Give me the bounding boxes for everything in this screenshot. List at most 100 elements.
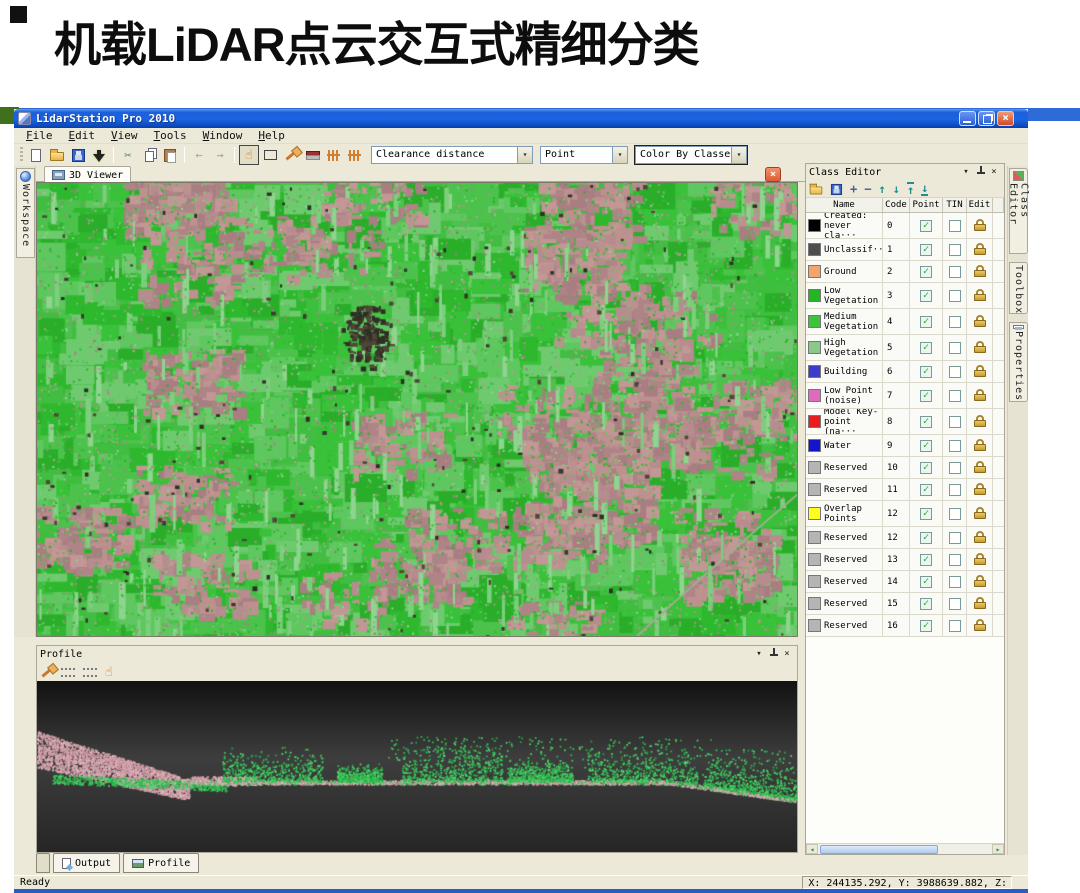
edit-lock-icon[interactable] — [967, 457, 993, 478]
point-checkbox[interactable]: ✓ — [910, 239, 943, 260]
class-row[interactable]: Created: never cla··· 0 ✓ — [806, 213, 1004, 239]
edit-lock-icon[interactable] — [967, 213, 993, 238]
class-row[interactable]: Building 6 ✓ — [806, 361, 1004, 383]
restore-button[interactable] — [978, 111, 995, 126]
menu-tools[interactable]: Tools — [146, 129, 195, 142]
import-button[interactable] — [89, 145, 109, 165]
point-checkbox[interactable]: ✓ — [910, 283, 943, 308]
point-checkbox[interactable]: ✓ — [910, 549, 943, 570]
edit-lock-icon[interactable] — [967, 283, 993, 308]
class-row[interactable]: Reserved 13 ✓ — [806, 549, 1004, 571]
point-checkbox[interactable]: ✓ — [910, 335, 943, 360]
class-color-swatch[interactable] — [808, 341, 821, 354]
tab-3d-viewer[interactable]: 3D Viewer — [44, 166, 132, 183]
class-color-swatch[interactable] — [808, 461, 821, 474]
point-checkbox[interactable]: ✓ — [910, 361, 943, 382]
menu-help[interactable]: Help — [250, 129, 293, 142]
workspace-tab[interactable]: Workspace — [16, 168, 35, 258]
tin-checkbox[interactable] — [943, 409, 967, 434]
class-color-swatch[interactable] — [808, 219, 821, 232]
tin-checkbox[interactable] — [943, 261, 967, 282]
column-point[interactable]: Point — [910, 198, 943, 212]
move-top-button[interactable]: ↑ — [906, 182, 915, 196]
edit-lock-icon[interactable] — [967, 527, 993, 548]
class-color-swatch[interactable] — [808, 365, 821, 378]
chevron-down-icon[interactable]: ▾ — [612, 147, 627, 163]
edit-lock-icon[interactable] — [967, 501, 993, 526]
move-bottom-button[interactable]: ↓ — [921, 182, 929, 196]
move-up-button[interactable]: ↑ — [878, 183, 885, 195]
tab-class-editor[interactable]: Class Editor — [1008, 168, 1030, 254]
edit-lock-icon[interactable] — [967, 435, 993, 456]
edit-lock-icon[interactable] — [967, 479, 993, 500]
clearance-distance-combo[interactable]: Clearance distance ▾ — [371, 146, 533, 164]
edit-lock-icon[interactable] — [967, 361, 993, 382]
cut-button[interactable]: ✂ — [118, 145, 138, 165]
edit-lock-icon[interactable] — [967, 571, 993, 592]
redo-button[interactable]: → — [210, 145, 230, 165]
class-row[interactable]: Unclassif··· 1 ✓ — [806, 239, 1004, 261]
class-row[interactable]: Low Vegetation 3 ✓ — [806, 283, 1004, 309]
tin-checkbox[interactable] — [943, 571, 967, 592]
point-checkbox[interactable]: ✓ — [910, 213, 943, 238]
tab-stub[interactable] — [36, 853, 50, 873]
horizontal-scrollbar[interactable]: ◂ ▸ — [806, 843, 1004, 854]
column-tin[interactable]: TIN — [943, 198, 967, 212]
scroll-right-icon[interactable]: ▸ — [992, 844, 1004, 854]
rect-select-button[interactable] — [260, 145, 280, 165]
class-row[interactable]: Reserved 12 ✓ — [806, 527, 1004, 549]
tin-checkbox[interactable] — [943, 383, 967, 408]
brush-button[interactable] — [281, 145, 301, 165]
class-color-swatch[interactable] — [808, 597, 821, 610]
edit-lock-icon[interactable] — [967, 383, 993, 408]
chevron-down-icon[interactable]: ▾ — [517, 147, 532, 163]
hand-icon[interactable]: ☝ — [105, 665, 113, 680]
profile-tool2-button[interactable] — [344, 145, 364, 165]
class-row[interactable]: High Vegetation 5 ✓ — [806, 335, 1004, 361]
tin-checkbox[interactable] — [943, 335, 967, 360]
paste-button[interactable] — [160, 145, 180, 165]
profile-tool-button[interactable] — [323, 145, 343, 165]
point-checkbox[interactable]: ✓ — [910, 527, 943, 548]
tin-checkbox[interactable] — [943, 309, 967, 334]
edit-lock-icon[interactable] — [967, 261, 993, 282]
edit-lock-icon[interactable] — [967, 239, 993, 260]
edit-lock-icon[interactable] — [967, 335, 993, 360]
class-row[interactable]: Ground 2 ✓ — [806, 261, 1004, 283]
edit-lock-icon[interactable] — [967, 409, 993, 434]
tab-properties[interactable]: Properties — [1009, 322, 1028, 402]
toolbar-grip[interactable] — [20, 147, 23, 163]
column-code[interactable]: Code — [883, 198, 910, 212]
point-combo[interactable]: Point ▾ — [540, 146, 628, 164]
open-button[interactable] — [47, 145, 67, 165]
point-checkbox[interactable]: ✓ — [910, 571, 943, 592]
class-color-swatch[interactable] — [808, 507, 821, 520]
tin-checkbox[interactable] — [943, 283, 967, 308]
class-color-swatch[interactable] — [808, 483, 821, 496]
tin-checkbox[interactable] — [943, 549, 967, 570]
close-button[interactable]: × — [997, 111, 1014, 126]
class-row[interactable]: Reserved 11 ✓ — [806, 479, 1004, 501]
tin-checkbox[interactable] — [943, 527, 967, 548]
class-row[interactable]: Overlap Points 12 ✓ — [806, 501, 1004, 527]
class-editor-header[interactable]: Class Editor ▾ × — [806, 164, 1004, 181]
tab-toolbox[interactable]: Toolbox — [1009, 262, 1028, 314]
tin-checkbox[interactable] — [943, 239, 967, 260]
menu-edit[interactable]: Edit — [61, 129, 104, 142]
broom-icon[interactable] — [41, 666, 53, 678]
point-checkbox[interactable]: ✓ — [910, 409, 943, 434]
point-checkbox[interactable]: ✓ — [910, 435, 943, 456]
class-row[interactable]: Reserved 10 ✓ — [806, 457, 1004, 479]
remove-class-button[interactable]: − — [864, 183, 871, 195]
save-button[interactable] — [68, 145, 88, 165]
chevron-down-icon[interactable]: ▾ — [959, 166, 973, 179]
class-row[interactable]: Reserved 16 ✓ — [806, 615, 1004, 637]
menu-file[interactable]: File — [18, 129, 61, 142]
point-checkbox[interactable]: ✓ — [910, 383, 943, 408]
close-icon[interactable]: × — [780, 648, 794, 661]
profile-panel-header[interactable]: Profile ▾ × — [37, 646, 797, 663]
tin-checkbox[interactable] — [943, 213, 967, 238]
column-edit[interactable]: Edit — [967, 198, 993, 212]
point-checkbox[interactable]: ✓ — [910, 593, 943, 614]
edit-lock-icon[interactable] — [967, 593, 993, 614]
